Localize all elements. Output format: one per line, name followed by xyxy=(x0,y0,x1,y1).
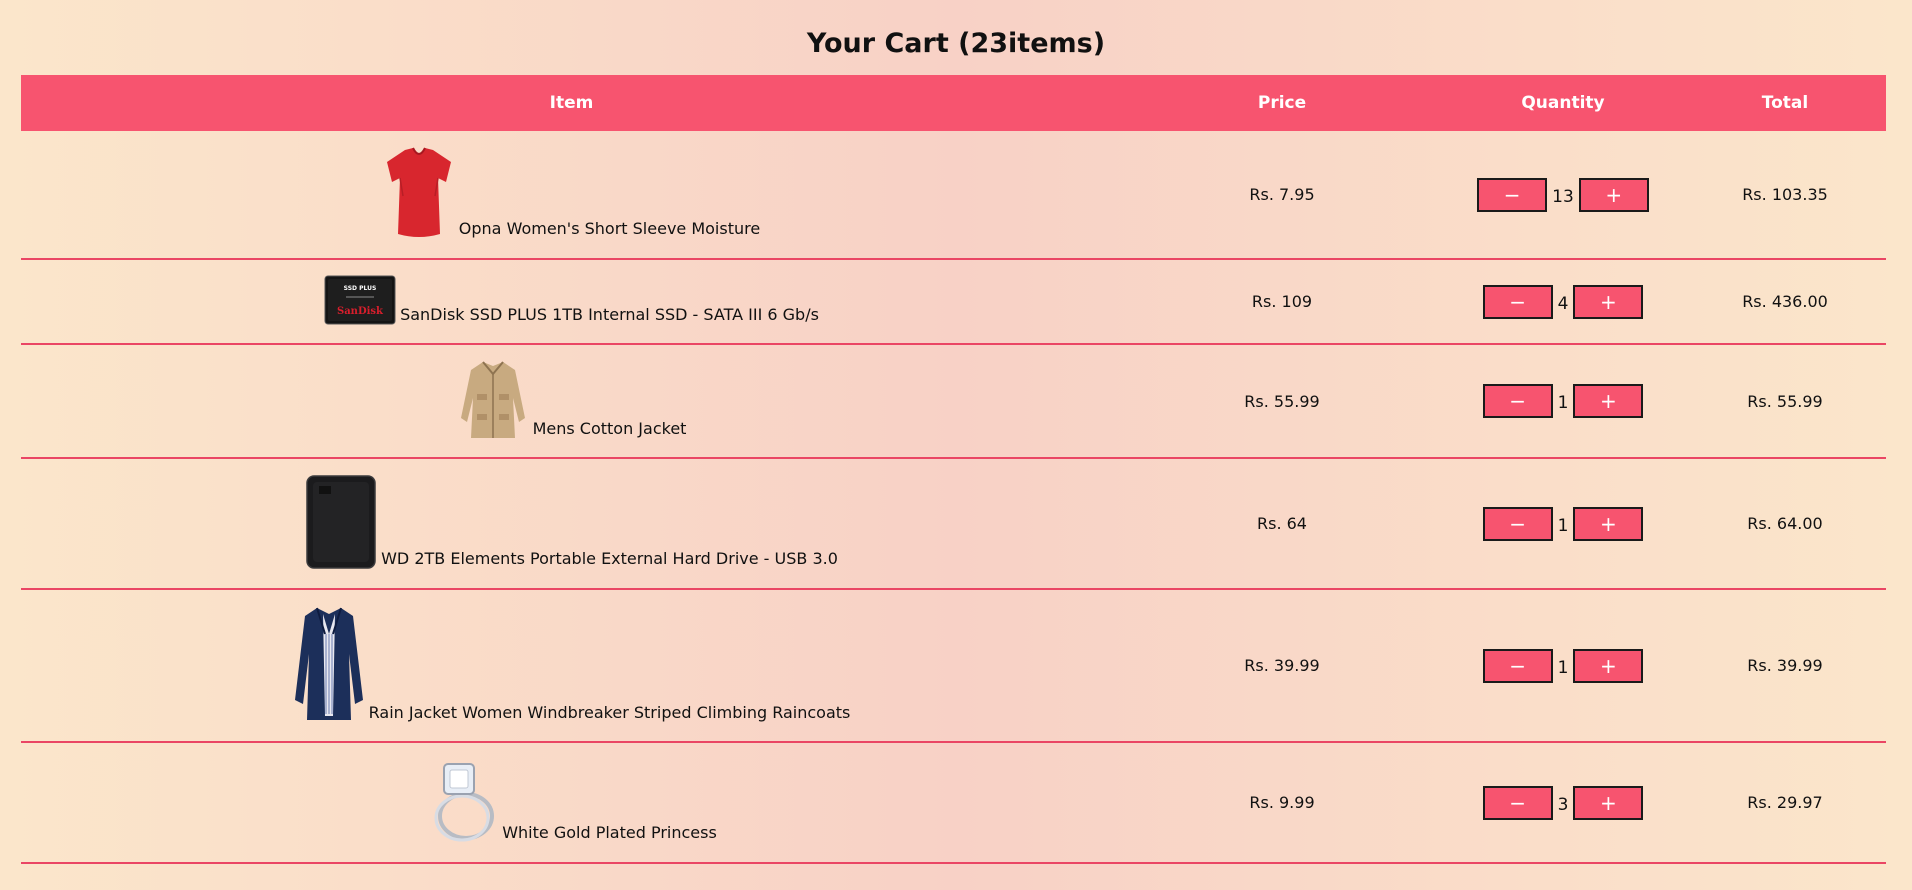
quantity-stepper: − 4 + xyxy=(1482,284,1644,319)
quantity-cell: − 3 + xyxy=(1442,742,1684,863)
header-item: Item xyxy=(549,93,594,113)
increment-button[interactable]: + xyxy=(1573,384,1644,418)
quantity-stepper: − 1 + xyxy=(1482,506,1644,541)
item-name: Rain Jacket Women Windbreaker Striped Cl… xyxy=(368,702,851,722)
item-total: Rs. 39.99 xyxy=(1747,656,1823,675)
table-row: Mens Cotton Jacket Rs. 55.99 − 1 + Rs. 5… xyxy=(21,344,1886,458)
red-tshirt-image xyxy=(386,147,451,237)
item-cell: WD 2TB Elements Portable External Hard D… xyxy=(21,458,1122,589)
item-cell: Opna Women's Short Sleeve Moisture xyxy=(21,131,1122,259)
item-cell: SSD PLUS SanDisk SanDisk SSD PLUS 1TB In… xyxy=(21,259,1122,344)
ring-image xyxy=(434,762,495,841)
header-price: Price xyxy=(1257,93,1307,113)
decrement-button[interactable]: − xyxy=(1482,284,1553,319)
ssd-brand-text: SanDisk xyxy=(337,306,384,317)
item-name: SanDisk SSD PLUS 1TB Internal SSD - SATA… xyxy=(400,304,819,324)
ssd-image: SSD PLUS SanDisk xyxy=(324,275,396,324)
quantity-stepper: − 1 + xyxy=(1482,384,1644,418)
quantity-cell: − 13 + xyxy=(1442,131,1684,259)
decrement-button[interactable]: − xyxy=(1477,177,1548,212)
item-price: Rs. 9.99 xyxy=(1249,793,1315,812)
quantity-stepper: − 13 + xyxy=(1477,177,1649,212)
item-price: Rs. 64 xyxy=(1257,514,1307,533)
ssd-model-text: SSD PLUS xyxy=(344,285,377,292)
quantity-cell: − 1 + xyxy=(1442,458,1684,589)
item-total: Rs. 436.00 xyxy=(1742,292,1828,311)
item-price: Rs. 55.99 xyxy=(1244,391,1320,411)
increment-button[interactable]: + xyxy=(1573,284,1644,319)
hard-drive-image xyxy=(306,474,376,569)
quantity-value: 1 xyxy=(1557,515,1569,536)
decrement-button[interactable]: − xyxy=(1482,648,1553,683)
table-row: Rain Jacket Women Windbreaker Striped Cl… xyxy=(21,589,1886,742)
item-price: Rs. 39.99 xyxy=(1244,656,1320,675)
table-header-row: Item Price Quantity Total xyxy=(21,75,1886,131)
increment-button[interactable]: + xyxy=(1578,177,1649,212)
item-price: Rs. 7.95 xyxy=(1249,185,1315,204)
quantity-cell: − 1 + xyxy=(1442,589,1684,742)
quantity-stepper: − 3 + xyxy=(1482,785,1644,820)
navy-raincoat-image xyxy=(294,607,363,720)
item-total: Rs. 55.99 xyxy=(1747,391,1823,411)
decrement-button[interactable]: − xyxy=(1482,384,1553,418)
quantity-stepper: − 1 + xyxy=(1482,648,1644,683)
quantity-cell: − 4 + xyxy=(1442,259,1684,344)
quantity-value: 4 xyxy=(1557,293,1569,314)
page-title: Your Cart (23items) xyxy=(806,28,1106,59)
quantity-cell: − 1 + xyxy=(1442,344,1684,458)
beige-jacket-image xyxy=(460,361,525,438)
header-total: Total xyxy=(1761,93,1809,113)
item-total: Rs. 29.97 xyxy=(1747,793,1823,812)
table-row: Opna Women's Short Sleeve Moisture Rs. 7… xyxy=(21,131,1886,259)
decrement-button[interactable]: − xyxy=(1482,785,1553,820)
item-name: WD 2TB Elements Portable External Hard D… xyxy=(381,548,838,568)
quantity-value: 1 xyxy=(1557,657,1569,678)
quantity-value: 13 xyxy=(1552,186,1574,207)
increment-button[interactable]: + xyxy=(1573,785,1644,820)
increment-button[interactable]: + xyxy=(1573,506,1644,541)
item-name: Mens Cotton Jacket xyxy=(532,419,687,438)
item-total: Rs. 103.35 xyxy=(1742,185,1828,204)
increment-button[interactable]: + xyxy=(1573,648,1644,683)
table-row: WD 2TB Elements Portable External Hard D… xyxy=(21,458,1886,589)
table-row: White Gold Plated Princess Rs. 9.99 − 3 … xyxy=(21,742,1886,863)
item-name: White Gold Plated Princess xyxy=(502,822,717,842)
item-total: Rs. 64.00 xyxy=(1747,514,1823,533)
table-row: SSD PLUS SanDisk SanDisk SSD PLUS 1TB In… xyxy=(21,259,1886,344)
item-name: Opna Women's Short Sleeve Moisture xyxy=(458,218,761,238)
quantity-value: 1 xyxy=(1557,393,1569,413)
item-cell: Mens Cotton Jacket xyxy=(21,344,1122,458)
item-cell: White Gold Plated Princess xyxy=(21,742,1122,863)
item-price: Rs. 109 xyxy=(1251,292,1313,311)
item-cell: Rain Jacket Women Windbreaker Striped Cl… xyxy=(21,589,1122,742)
quantity-value: 3 xyxy=(1557,794,1569,815)
header-quantity: Quantity xyxy=(1521,93,1605,113)
decrement-button[interactable]: − xyxy=(1482,506,1553,541)
cart-table: Item Price Quantity Total Opna Women's S… xyxy=(21,75,1886,864)
